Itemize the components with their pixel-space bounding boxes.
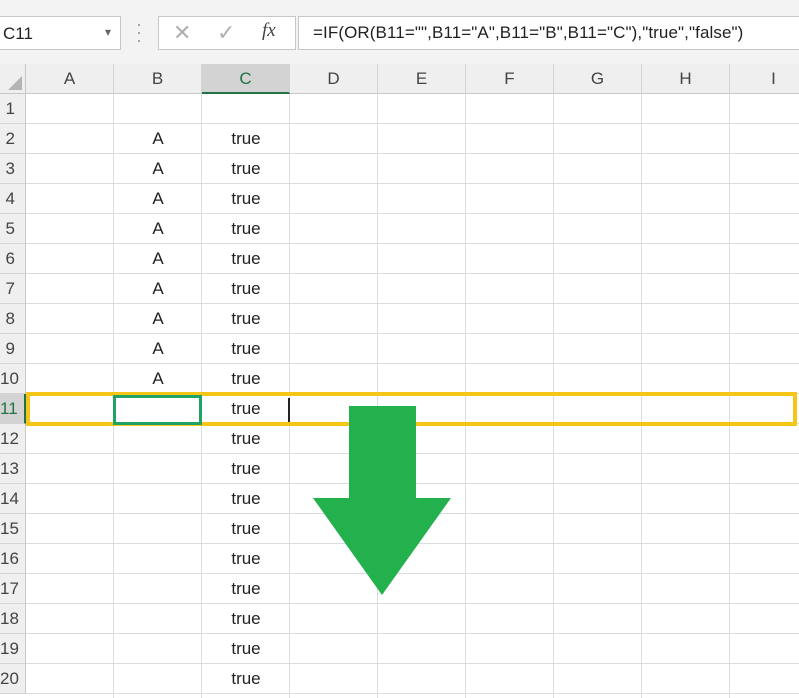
row-header-15[interactable]: 15 [0,514,26,544]
formula-toolbar: C11 ▾ · · · ✕ ✓ fx =IF(OR(B11="",B11="A",B… [0,0,799,64]
row-header-1[interactable]: 1 [0,94,26,124]
cell-c8[interactable]: true [202,304,290,334]
row-header-18[interactable]: 18 [0,604,26,634]
column-header-d[interactable]: D [290,64,378,94]
cell-c7[interactable]: true [202,274,290,304]
row-header-11[interactable]: 11 [0,394,26,424]
cell-c4[interactable]: true [202,184,290,214]
drag-handle-icon[interactable]: · · · [134,15,144,50]
cell-b13[interactable] [114,454,202,484]
row-header-7[interactable]: 7 [0,274,26,304]
row-header-14[interactable]: 14 [0,484,26,514]
column-header-e[interactable]: E [378,64,466,94]
down-arrow-icon [313,406,451,595]
row-header-17[interactable]: 17 [0,574,26,604]
cell-b10[interactable]: A [114,364,202,394]
column-header-i[interactable]: I [730,64,799,94]
cell-c18[interactable]: true [202,604,290,634]
name-box-value: C11 [3,24,33,43]
cell-c2[interactable]: true [202,124,290,154]
column-header-f[interactable]: F [466,64,554,94]
cell-b7[interactable]: A [114,274,202,304]
column-header-b[interactable]: B [114,64,202,94]
row-header-5[interactable]: 5 [0,214,26,244]
row-header-10[interactable]: 10 [0,364,26,394]
row-header-13[interactable]: 13 [0,454,26,484]
cell-b1[interactable] [114,94,202,124]
select-all-icon [8,76,22,90]
row-header-2[interactable]: 2 [0,124,26,154]
row-header-9[interactable]: 9 [0,334,26,364]
active-cell-b11[interactable] [113,395,202,425]
cell-c19[interactable]: true [202,634,290,664]
formula-text: =IF(OR(B11="",B11="A",B11="B",B11="C"),"… [313,23,744,42]
cell-c3[interactable]: true [202,154,290,184]
column-header-g[interactable]: G [554,64,642,94]
row-header-16[interactable]: 16 [0,544,26,574]
cell-c14[interactable]: true [202,484,290,514]
enter-icon[interactable]: ✓ [217,20,235,46]
cell-c12[interactable]: true [202,424,290,454]
cell-b5[interactable]: A [114,214,202,244]
cell-b16[interactable] [114,544,202,574]
cell-c16[interactable]: true [202,544,290,574]
cell-c5[interactable]: true [202,214,290,244]
cell-b19[interactable] [114,634,202,664]
cell-c6[interactable]: true [202,244,290,274]
cell-b17[interactable] [114,574,202,604]
insert-function-icon[interactable]: fx [262,20,276,42]
cancel-icon[interactable]: ✕ [173,20,191,46]
cell-c1[interactable] [202,94,290,124]
cell-b15[interactable] [114,514,202,544]
cell-b2[interactable]: A [114,124,202,154]
cell-b6[interactable]: A [114,244,202,274]
row-header-12[interactable]: 12 [0,424,26,454]
cell-b9[interactable]: A [114,334,202,364]
cell-b8[interactable]: A [114,304,202,334]
row-header-8[interactable]: 8 [0,304,26,334]
column-header-h[interactable]: H [642,64,730,94]
cell-c13[interactable]: true [202,454,290,484]
row-header-3[interactable]: 3 [0,154,26,184]
row-header-19[interactable]: 19 [0,634,26,664]
cell-b12[interactable] [114,424,202,454]
cell-b3[interactable]: A [114,154,202,184]
chevron-down-icon[interactable]: ▾ [105,25,111,39]
select-all-button[interactable] [0,64,26,94]
cell-c17[interactable]: true [202,574,290,604]
cell-c10[interactable]: true [202,364,290,394]
cell-c15[interactable]: true [202,514,290,544]
cell-b20[interactable] [114,664,202,694]
column-header-c[interactable]: C [202,64,290,94]
cell-c9[interactable]: true [202,334,290,364]
row-header-6[interactable]: 6 [0,244,26,274]
cell-b18[interactable] [114,604,202,634]
cell-b4[interactable]: A [114,184,202,214]
row-header-20[interactable]: 20 [0,664,26,694]
text-cursor [288,398,290,422]
name-box[interactable]: C11 ▾ [0,16,121,50]
cell-b14[interactable] [114,484,202,514]
row-header-4[interactable]: 4 [0,184,26,214]
formula-input[interactable]: =IF(OR(B11="",B11="A",B11="B",B11="C"),"… [298,16,799,50]
cell-c20[interactable]: true [202,664,290,694]
column-header-a[interactable]: A [26,64,114,94]
